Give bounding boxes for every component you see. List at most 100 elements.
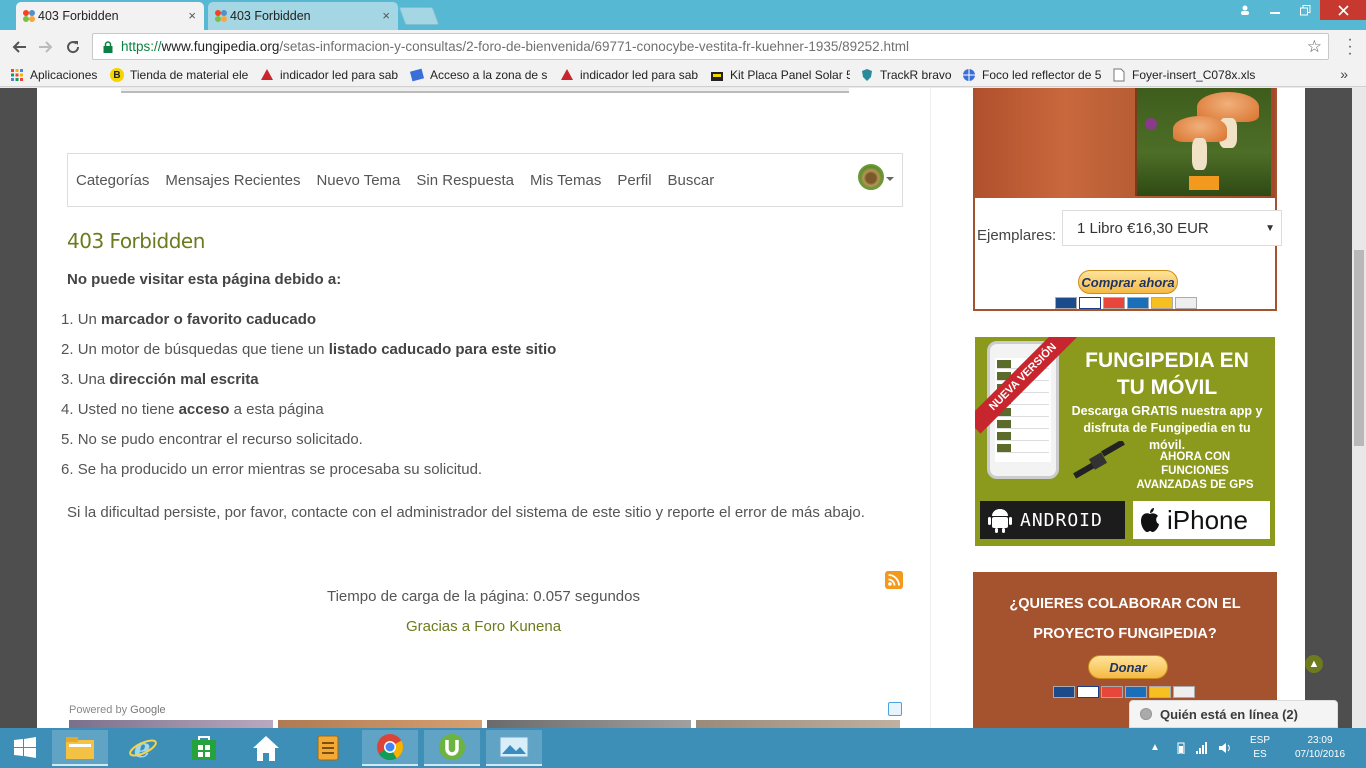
volume-icon[interactable] (1218, 742, 1230, 754)
app-banner-gps: AHORA CON FUNCIONES AVANZADAS DE GPS (1136, 451, 1254, 491)
document-icon (1112, 68, 1126, 82)
mobile-app-banner[interactable]: NUEVA VERSIÓN FUNGIPEDIA EN TU MÓVIL Desc… (975, 337, 1275, 546)
mushroom-photo (1135, 88, 1271, 196)
home-icon[interactable] (238, 730, 294, 766)
ad-thumbnail[interactable] (487, 720, 691, 728)
donate-button[interactable]: Donar (1088, 655, 1168, 679)
input-language[interactable]: ESP ES (1244, 734, 1276, 762)
bookmark-indicador-led-1[interactable]: indicador led para sab (260, 67, 398, 83)
list-item: 5. No se pudo encontrar el recurso solic… (61, 431, 363, 448)
windows-start-icon[interactable] (0, 730, 50, 766)
list-item: 6. Se ha producido un error mientras se … (61, 461, 483, 478)
android-robot-icon (988, 509, 1012, 533)
taskbar-clock[interactable]: 23:09 07/10/2016 (1285, 734, 1355, 762)
nav-nuevo-tema[interactable]: Nuevo Tema (316, 172, 400, 189)
tab-403-forbidden-active[interactable]: 403 Forbidden × (16, 2, 204, 30)
forum-menu: Categorías Mensajes Recientes Nuevo Tema… (67, 153, 903, 207)
buy-now-button[interactable]: Comprar ahora (1078, 270, 1178, 294)
globe-icon (962, 68, 976, 82)
bookmark-star-icon[interactable]: ☆ (1307, 37, 1322, 57)
bookmark-kit-placa[interactable]: Kit Placa Panel Solar 5 (710, 67, 850, 83)
secure-lock-icon (103, 40, 113, 53)
minimize-window-icon[interactable] (1260, 0, 1290, 20)
bookmark-trackr[interactable]: TrackR bravo (860, 67, 952, 83)
ad-thumbnail[interactable] (278, 720, 482, 728)
internet-explorer-icon[interactable]: e (115, 730, 171, 766)
payment-cards (1053, 686, 1195, 698)
bookmarks-overflow-icon[interactable]: » (1340, 66, 1348, 82)
bookmark-apps[interactable]: Aplicaciones (10, 67, 102, 83)
nav-perfil[interactable]: Perfil (617, 172, 651, 189)
signal-icon[interactable] (1195, 742, 1207, 754)
battery-icon[interactable] (1175, 742, 1187, 754)
nav-mis-temas[interactable]: Mis Temas (530, 172, 601, 189)
list-item: 4. Usted no tiene acceso a esta página (61, 401, 324, 418)
bookmark-indicador-led-2[interactable]: indicador led para sab (560, 67, 698, 83)
scroll-to-top-icon[interactable]: ▲ (1305, 655, 1323, 673)
main-column: Categorías Mensajes Recientes Nuevo Tema… (37, 88, 930, 728)
url-path: /setas-informacion-y-consultas/2-foro-de… (279, 39, 909, 54)
page-load-time: Tiempo de carga de la página: 0.057 segu… (326, 588, 640, 605)
b-circle-icon: B (110, 68, 124, 82)
bookmarks-bar: Aplicaciones B Tienda de material ele in… (0, 63, 1366, 87)
close-window-icon[interactable] (1320, 0, 1366, 20)
back-icon[interactable] (8, 36, 30, 58)
bookmark-foco-led[interactable]: Foco led reflector de 5 (962, 67, 1102, 83)
tab-title: 403 Forbidden (38, 9, 119, 23)
android-download-button[interactable]: ANDROID (980, 501, 1125, 539)
bookmark-foyer-insert[interactable]: Foyer-insert_C078x.xls (1112, 67, 1262, 83)
scrollbar-thumb[interactable] (1354, 250, 1364, 446)
reload-icon[interactable] (62, 36, 84, 58)
photos-app-icon[interactable] (486, 730, 542, 766)
collaborate-title: ¿QUIERES COLABORAR CON EL PROYECTO FUNGIP… (1009, 596, 1241, 642)
windows-store-icon[interactable] (176, 730, 232, 766)
notes-app-icon[interactable] (300, 730, 356, 766)
ejemplares-select[interactable]: 1 Libro €16,30 EUR ▼ (1062, 210, 1282, 246)
list-item: 2. Un motor de búsquedas que tiene un li… (61, 341, 557, 358)
browser-titlebar: 403 Forbidden × 403 Forbidden × (0, 0, 1366, 30)
nav-mensajes-recientes[interactable]: Mensajes Recientes (165, 172, 300, 189)
nav-buscar[interactable]: Buscar (668, 172, 715, 189)
url-host: www.fungipedia.org (161, 39, 280, 54)
book-purchase-box: Ejemplares: 1 Libro €16,30 EUR ▼ Comprar… (973, 88, 1282, 311)
chevron-down-icon[interactable] (886, 177, 894, 181)
file-explorer-icon[interactable] (52, 730, 108, 766)
tab-close-icon[interactable]: × (382, 8, 390, 23)
tray-expand-icon[interactable]: ▲ (1150, 742, 1160, 753)
who-is-online-button[interactable]: Quién está en línea (2) (1129, 700, 1338, 728)
chrome-menu-icon[interactable]: · · · (1344, 32, 1356, 62)
shield-icon (860, 68, 874, 82)
chevron-down-icon: ▼ (1265, 223, 1275, 234)
user-profile-icon[interactable] (1230, 0, 1260, 20)
rss-feed-icon[interactable] (885, 571, 903, 589)
forward-icon[interactable] (35, 36, 57, 58)
persist-message: Si la dificultad persiste, por favor, co… (67, 504, 865, 521)
utorrent-icon[interactable] (424, 730, 480, 766)
iphone-download-button[interactable]: iPhone (1133, 501, 1270, 539)
tab-close-icon[interactable]: × (188, 8, 196, 23)
nav-categorias[interactable]: Categorías (76, 172, 149, 189)
ejemplares-label: Ejemplares: (977, 227, 1057, 244)
chrome-taskbar-icon[interactable] (362, 730, 418, 766)
ad-thumbnail[interactable] (69, 720, 273, 728)
app-banner-title: FUNGIPEDIA EN TU MÓVIL (1085, 349, 1249, 399)
page-title: 403 Forbidden (67, 229, 205, 253)
book-cover-image[interactable] (975, 88, 1275, 198)
tab-title: 403 Forbidden (230, 9, 311, 23)
page-scrollbar[interactable] (1352, 88, 1366, 728)
ad-thumbnail[interactable] (696, 720, 900, 728)
adchoices-icon[interactable] (888, 702, 902, 716)
browser-toolbar: https://www.fungipedia.org/setas-informa… (0, 30, 1366, 63)
nav-sin-respuesta[interactable]: Sin Respuesta (416, 172, 514, 189)
kunena-credit-link[interactable]: Gracias a Foro Kunena (37, 618, 930, 635)
error-reasons-list: 1. Un marcador o favorito caducado 2. Un… (61, 309, 556, 489)
new-tab-button[interactable] (398, 7, 440, 25)
bookmark-acceso-zona[interactable]: Acceso a la zona de s (410, 67, 548, 83)
user-avatar[interactable] (858, 164, 884, 190)
restore-window-icon[interactable] (1290, 0, 1320, 20)
tab-403-forbidden[interactable]: 403 Forbidden × (208, 2, 398, 30)
address-bar[interactable]: https://www.fungipedia.org/setas-informa… (92, 33, 1329, 60)
list-item: 3. Una dirección mal escrita (61, 371, 259, 388)
bookmark-tienda[interactable]: B Tienda de material ele (110, 67, 248, 83)
robot-red-icon (560, 68, 574, 82)
